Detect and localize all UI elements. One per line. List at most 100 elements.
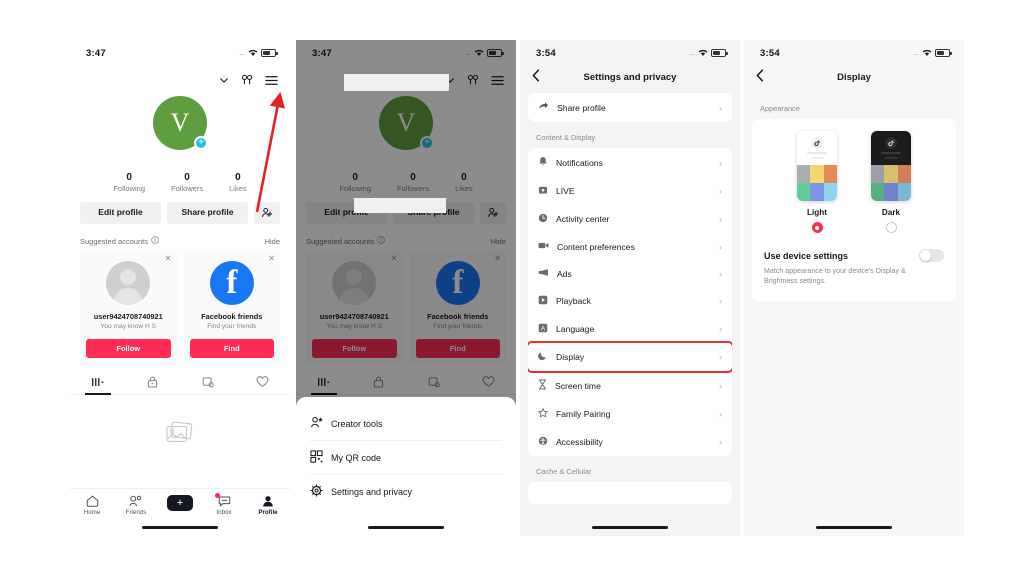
dark-theme-radio[interactable] xyxy=(885,222,897,233)
settings-row-ads[interactable]: Ads › xyxy=(528,260,732,287)
chevron-right-icon: › xyxy=(719,352,722,362)
menu-item-settings-and-privacy[interactable]: Settings and privacy xyxy=(296,475,516,508)
create-plus-icon[interactable]: + xyxy=(164,495,196,511)
edit-profile-button[interactable]: Edit profile xyxy=(80,202,161,224)
nav-label: Inbox xyxy=(216,509,232,516)
chevron-right-icon: › xyxy=(719,157,722,168)
settings-row-accessibility[interactable]: Accessibility › xyxy=(528,428,732,456)
settings-row-display[interactable]: Display › xyxy=(528,341,732,373)
menu-item-qr-code[interactable]: My QR code xyxy=(296,441,516,474)
share-profile-button[interactable]: Share profile xyxy=(167,202,248,224)
nav-friends[interactable]: Friends xyxy=(114,495,158,516)
tab-posts[interactable] xyxy=(70,376,125,395)
hamburger-menu-icon[interactable] xyxy=(265,75,278,86)
chevron-down-icon[interactable] xyxy=(219,75,229,85)
back-chevron-icon[interactable] xyxy=(532,69,540,85)
stat-label: Following xyxy=(113,184,146,193)
settings-row-content-preferences[interactable]: Content preferences › xyxy=(528,233,732,260)
suggested-account-name: user9424708740921 xyxy=(93,312,163,321)
settings-gear-icon xyxy=(310,484,323,499)
settings-row-live[interactable]: LIVE › xyxy=(528,177,732,205)
close-icon[interactable]: ✕ xyxy=(268,254,275,263)
use-device-settings-row[interactable]: Use device settings xyxy=(764,249,944,262)
signal-dots: .... xyxy=(239,49,245,57)
dark-theme-preview[interactable] xyxy=(871,131,911,201)
use-device-settings-toggle[interactable] xyxy=(919,249,944,262)
moon-display-icon xyxy=(538,351,548,363)
stat-label: Likes xyxy=(229,184,247,193)
display-navbar: Display xyxy=(744,66,964,93)
chevron-right-icon: › xyxy=(719,324,722,334)
signal-dots: .... xyxy=(689,49,695,57)
redacted-username-field xyxy=(344,74,449,91)
find-button[interactable]: Find xyxy=(189,339,274,358)
settings-row-label: Accessibility xyxy=(556,437,603,447)
settings-row-label: Ads xyxy=(557,268,572,279)
suggested-account-card[interactable]: ✕ user9424708740921 You may know H S Fol… xyxy=(80,251,177,365)
clock-icon xyxy=(538,213,548,225)
photo-placeholder-icon xyxy=(70,421,290,447)
back-chevron-icon[interactable] xyxy=(756,69,764,85)
follow-button[interactable]: Follow xyxy=(86,339,171,358)
settings-row-activity-center[interactable]: Activity center › xyxy=(528,205,732,233)
profile-top-bar xyxy=(70,66,290,90)
add-person-icon[interactable] xyxy=(254,202,280,224)
theme-label: Dark xyxy=(881,208,901,217)
settings-row-screen-time[interactable]: Screen time › xyxy=(528,371,732,400)
status-indicators: .... xyxy=(913,49,952,57)
hide-suggested-button[interactable]: Hide xyxy=(265,237,280,246)
megaphone-icon xyxy=(538,268,549,279)
chevron-right-icon: › xyxy=(719,296,722,306)
light-theme-radio[interactable] xyxy=(811,222,823,233)
nav-profile[interactable]: Profile xyxy=(246,495,290,516)
close-icon[interactable]: ✕ xyxy=(165,254,172,263)
family-pairing-icon xyxy=(537,407,549,420)
settings-row-family-pairing[interactable]: Family Pairing › xyxy=(528,400,732,428)
chevron-right-icon: › xyxy=(719,102,722,113)
nav-home[interactable]: Home xyxy=(70,495,114,516)
tab-reposts[interactable] xyxy=(180,376,235,394)
page-title: Settings and privacy xyxy=(583,71,677,83)
battery-icon xyxy=(711,49,728,57)
creator-tools-icon xyxy=(310,416,323,431)
stat-following[interactable]: 0 Following xyxy=(113,172,145,193)
settings-row-label: LIVE xyxy=(556,186,575,196)
avatar[interactable]: V + xyxy=(70,96,290,150)
screenshot-stage: 3:47 .... V + 0 Following 0 Followers 0 … xyxy=(0,0,1024,576)
home-indicator xyxy=(816,525,892,529)
chevron-right-icon: › xyxy=(719,437,722,447)
battery-icon xyxy=(935,49,952,57)
settings-row-playback[interactable]: Playback › xyxy=(528,287,732,315)
add-friends-icon[interactable] xyxy=(241,74,253,86)
plus-badge-icon[interactable]: + xyxy=(194,136,208,150)
settings-row-notifications[interactable]: Notifications › xyxy=(528,148,732,177)
settings-group-top: Share profile › xyxy=(528,93,732,122)
settings-row-share-profile[interactable]: Share profile › xyxy=(528,93,732,122)
settings-row-language[interactable]: A Language › xyxy=(528,315,732,343)
action-sheet-menu: Creator tools My QR code Settings and pr… xyxy=(296,397,516,536)
phone-panel-settings: 3:54 .... Settings and privacy Share pro… xyxy=(520,40,740,536)
stat-followers[interactable]: 0 Followers xyxy=(171,172,203,193)
profile-action-buttons: Edit profile Share profile xyxy=(70,202,290,224)
chevron-right-icon: › xyxy=(719,409,722,419)
stat-likes[interactable]: 0 Likes xyxy=(229,172,247,193)
tab-liked[interactable] xyxy=(235,376,290,394)
chevron-right-icon: › xyxy=(719,214,722,224)
bottom-navigation-bar: Home Friends + Inbox Profile xyxy=(70,488,290,516)
theme-option-dark[interactable]: Dark xyxy=(871,131,911,233)
inbox-badge xyxy=(215,493,220,498)
settings-group-cache-cellular xyxy=(528,482,732,504)
light-theme-preview[interactable] xyxy=(797,131,837,201)
preview-line xyxy=(884,157,898,159)
theme-option-light[interactable]: Light xyxy=(797,131,837,233)
home-indicator xyxy=(592,525,668,529)
nav-inbox[interactable]: Inbox xyxy=(202,493,246,516)
tab-private[interactable] xyxy=(125,376,180,394)
info-icon[interactable] xyxy=(151,236,159,246)
suggested-account-card[interactable]: ✕ f Facebook friends Find your friends F… xyxy=(183,251,280,365)
nav-create[interactable]: + xyxy=(158,495,202,516)
menu-item-creator-tools[interactable]: Creator tools xyxy=(296,407,516,440)
settings-row-label: Display xyxy=(556,352,585,362)
status-time: 3:47 xyxy=(86,47,106,59)
suggested-account-subtitle: You may know H S xyxy=(100,323,156,330)
